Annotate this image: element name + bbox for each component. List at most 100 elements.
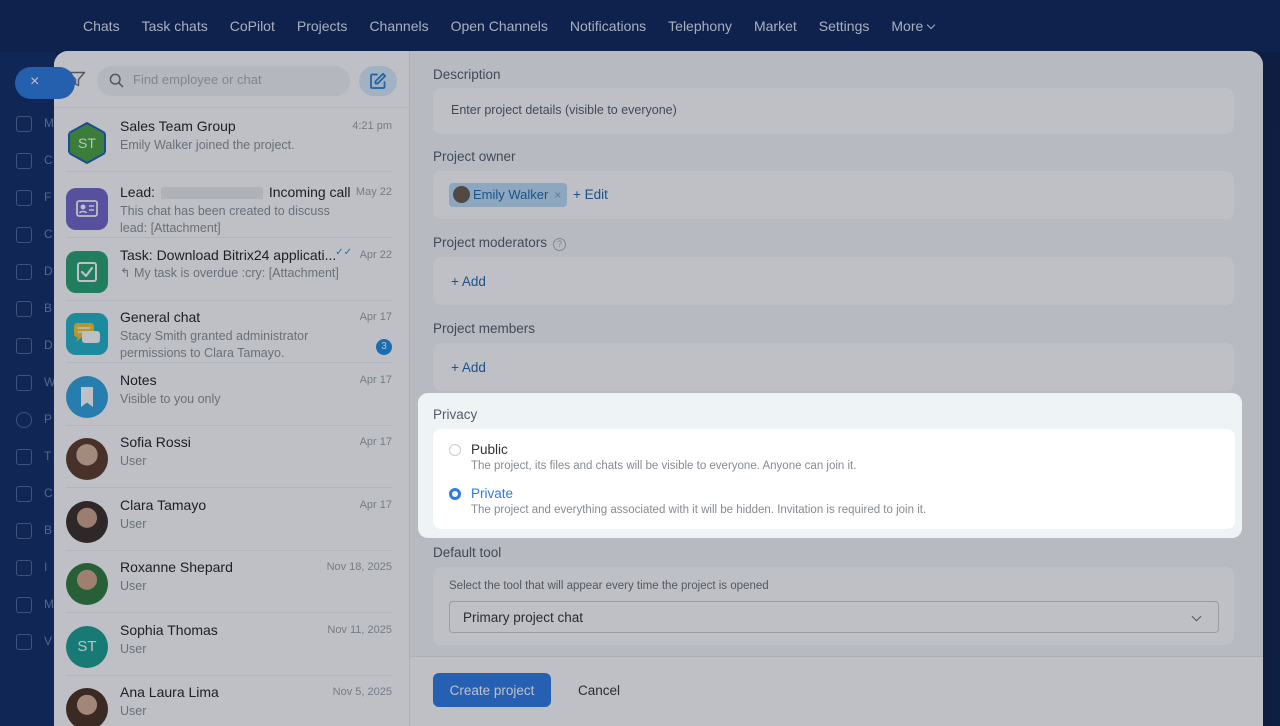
nav-item-task-chats[interactable]: Task chats — [142, 17, 208, 35]
copilot-icon[interactable] — [16, 153, 32, 169]
chat-preview: ↰ My task is overdue :cry: [Attachment] — [120, 266, 339, 280]
owner-avatar — [453, 186, 470, 203]
nav-item-channels[interactable]: Channels — [369, 17, 428, 35]
chat-list-item[interactable]: Clara Tamayo User Apr 17 — [54, 489, 410, 551]
calendar-icon[interactable] — [16, 227, 32, 243]
owner-field: Emily Walker × + Edit — [433, 171, 1234, 219]
chat-list-item[interactable]: Notes Visible to you only Apr 17 — [54, 364, 410, 426]
cancel-button[interactable]: Cancel — [570, 673, 628, 707]
private-option-label[interactable]: Private — [471, 486, 513, 501]
private-option-description: The project and everything associated wi… — [471, 504, 927, 516]
privacy-title: Privacy — [433, 407, 478, 422]
sidebar-letter: F — [44, 190, 52, 204]
chat-preview: Visible to you only — [120, 392, 221, 406]
projects-icon[interactable] — [16, 412, 32, 428]
chat-date: Nov 5, 2025 — [332, 686, 392, 698]
board-icon[interactable] — [16, 301, 32, 317]
chat-name: Clara Tamayo — [120, 497, 207, 513]
crm-icon[interactable] — [16, 486, 32, 502]
default-tool-field: Select the tool that will appear every t… — [433, 567, 1234, 645]
video-icon[interactable] — [16, 634, 32, 650]
divider — [66, 612, 392, 613]
nav-item-copilot[interactable]: CoPilot — [230, 17, 275, 35]
moderators-field: + Add — [433, 257, 1234, 305]
nav-item-chats[interactable]: Chats — [83, 17, 120, 35]
chat-date: Nov 11, 2025 — [327, 624, 392, 636]
create-project-drawer: ST Sales Team Group Emily Walker joined … — [54, 51, 1263, 726]
help-icon[interactable]: ? — [553, 238, 567, 251]
notes-avatar — [66, 376, 108, 418]
public-radio[interactable] — [449, 444, 461, 456]
contact-card-icon — [76, 200, 98, 217]
nav-item-settings[interactable]: Settings — [819, 17, 870, 35]
search-input[interactable] — [133, 72, 333, 87]
sidebar-letter: C — [44, 227, 53, 241]
nav-item-telephony[interactable]: Telephony — [668, 17, 732, 35]
chat-list-item[interactable]: Task: Download Bitrix24 applicati... ✓✓ … — [54, 239, 410, 301]
create-project-button[interactable]: Create project — [433, 673, 551, 707]
chat-date: May 22 — [355, 186, 392, 198]
marketing-icon[interactable] — [16, 597, 32, 613]
mail-icon[interactable] — [16, 375, 32, 391]
booking-icon[interactable] — [16, 523, 32, 539]
chat-preview: This chat has been created to discuss le… — [120, 204, 330, 235]
chat-preview: User — [120, 579, 147, 593]
feed-icon[interactable] — [16, 190, 32, 206]
nav-more-label: More — [891, 18, 924, 34]
chat-name: Sales Team Group — [120, 118, 236, 134]
divider — [66, 237, 392, 238]
moderators-label-row: Project moderators? — [433, 235, 567, 251]
group-avatar: ST — [66, 122, 108, 164]
private-radio[interactable] — [449, 488, 461, 500]
add-moderator-link[interactable]: + Add — [451, 274, 486, 289]
general-chat-avatar — [66, 313, 108, 355]
add-member-link[interactable]: + Add — [451, 360, 486, 375]
user-avatar — [66, 438, 108, 480]
description-field[interactable]: Enter project details (visible to everyo… — [433, 88, 1234, 134]
public-option-label[interactable]: Public — [471, 442, 508, 457]
top-nav-items: Chats Task chats CoPilot Projects Channe… — [83, 17, 956, 35]
chat-date: Apr 17 — [359, 374, 392, 386]
chat-date: Nov 18, 2025 — [326, 561, 392, 573]
nav-item-market[interactable]: Market — [754, 17, 797, 35]
chat-icon[interactable] — [16, 116, 32, 132]
chat-list-item[interactable]: Sofia Rossi User Apr 17 — [54, 426, 410, 488]
chat-date: Apr 22 — [359, 249, 392, 261]
chat-name: Roxanne Shepard — [120, 559, 233, 575]
moderators-label: Project moderators — [433, 235, 548, 250]
chat-name-suffix: Incoming call — [268, 184, 351, 200]
chat-list-item[interactable]: General chat Stacy Smith granted adminis… — [54, 301, 410, 363]
hexagon-avatar-icon: ST — [68, 122, 106, 164]
nav-item-notifications[interactable]: Notifications — [570, 17, 646, 35]
nav-item-open-channels[interactable]: Open Channels — [451, 17, 548, 35]
default-tool-label: Default tool — [433, 545, 502, 560]
chat-list-item[interactable]: ST Sophia Thomas User Nov 11, 2025 — [54, 614, 410, 676]
chat-list-item[interactable]: Ana Laura Lima User Nov 5, 2025 — [54, 676, 410, 726]
inventory-icon[interactable] — [16, 560, 32, 576]
owner-label: Project owner — [433, 149, 516, 164]
chat-preview: User — [120, 517, 147, 531]
default-tool-select[interactable]: Primary project chat — [449, 601, 1219, 633]
sidebar-letter: M — [44, 116, 54, 130]
divider — [66, 487, 392, 488]
remove-owner-icon[interactable]: × — [554, 188, 561, 202]
sidebar-letter: B — [44, 523, 53, 537]
edit-owner-link[interactable]: + Edit — [573, 187, 608, 202]
chat-list-item[interactable]: Lead: Incoming call This chat has been c… — [54, 176, 410, 238]
owner-chip[interactable]: Emily Walker × — [449, 183, 568, 207]
document-icon[interactable] — [16, 264, 32, 280]
tasks-icon[interactable] — [16, 449, 32, 465]
chat-list-item[interactable]: Roxanne Shepard User Nov 18, 2025 — [54, 551, 410, 613]
chat-name-prefix: Lead: — [120, 184, 156, 200]
default-tool-value: Primary project chat — [463, 610, 584, 625]
app-sidebar: M C F C D B D W P T C B I M V — [0, 52, 56, 726]
chat-list-item[interactable]: ST Sales Team Group Emily Walker joined … — [54, 110, 410, 172]
new-chat-button[interactable] — [359, 66, 397, 96]
nav-item-more[interactable]: More — [891, 17, 936, 35]
form-footer: Create project Cancel — [410, 656, 1263, 726]
close-drawer-button[interactable]: × — [15, 67, 75, 99]
drive-icon[interactable] — [16, 338, 32, 354]
nav-item-projects[interactable]: Projects — [297, 17, 348, 35]
chat-name: Task: Download Bitrix24 applicati... — [120, 247, 337, 263]
search-box — [97, 66, 350, 96]
